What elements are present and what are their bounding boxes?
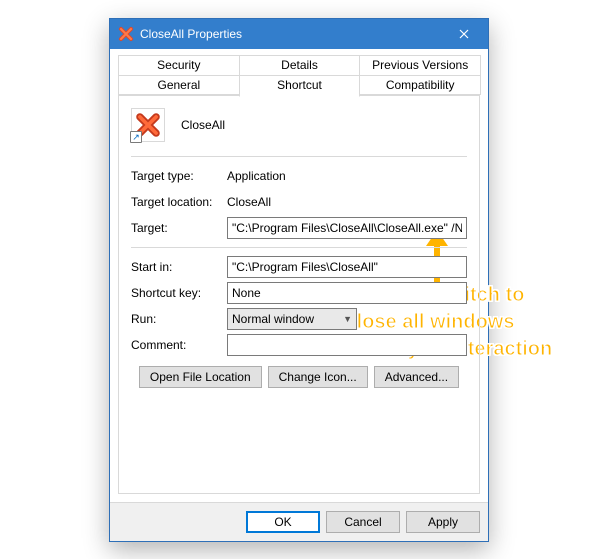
advanced-button[interactable]: Advanced...	[374, 366, 459, 388]
label-comment: Comment:	[131, 338, 227, 352]
shortcut-key-input[interactable]	[227, 282, 467, 304]
label-target: Target:	[131, 221, 227, 235]
close-button[interactable]	[442, 19, 486, 49]
tab-details[interactable]: Details	[239, 55, 361, 75]
tab-security[interactable]: Security	[118, 55, 240, 75]
tab-shortcut[interactable]: Shortcut	[239, 75, 361, 97]
chevron-down-icon: ▼	[343, 314, 352, 324]
tab-general[interactable]: General	[118, 75, 240, 95]
label-target-type: Target type:	[131, 169, 227, 183]
run-select-value: Normal window	[232, 312, 314, 326]
shortcut-app-icon: ↗	[131, 108, 165, 142]
label-run: Run:	[131, 312, 227, 326]
apply-button[interactable]: Apply	[406, 511, 480, 533]
shortcut-panel: ↗ CloseAll Target type: Application Targ…	[118, 95, 480, 494]
close-icon	[459, 29, 469, 39]
label-shortcut-key: Shortcut key:	[131, 286, 227, 300]
separator	[131, 156, 467, 157]
value-target-location: CloseAll	[227, 195, 271, 209]
dialog-button-row: OK Cancel Apply	[110, 502, 488, 541]
run-select[interactable]: Normal window ▼	[227, 308, 357, 330]
window-title: CloseAll Properties	[140, 27, 442, 41]
comment-input[interactable]	[227, 334, 467, 356]
ok-button[interactable]: OK	[246, 511, 320, 533]
cancel-button[interactable]: Cancel	[326, 511, 400, 533]
open-file-location-button[interactable]: Open File Location	[139, 366, 262, 388]
titlebar[interactable]: CloseAll Properties	[110, 19, 488, 49]
tab-compatibility[interactable]: Compatibility	[359, 75, 481, 95]
separator	[131, 247, 467, 248]
value-target-type: Application	[227, 169, 286, 183]
app-icon	[118, 26, 134, 42]
tab-previous-versions[interactable]: Previous Versions	[359, 55, 481, 75]
app-name: CloseAll	[181, 118, 225, 132]
label-target-location: Target location:	[131, 195, 227, 209]
shortcut-overlay-icon: ↗	[130, 131, 142, 143]
change-icon-button[interactable]: Change Icon...	[268, 366, 368, 388]
start-in-input[interactable]	[227, 256, 467, 278]
target-input[interactable]	[227, 217, 467, 239]
tab-strip: Security Details Previous Versions Gener…	[118, 55, 480, 96]
dialog-content: Security Details Previous Versions Gener…	[110, 49, 488, 502]
label-start-in: Start in:	[131, 260, 227, 274]
properties-dialog: CloseAll Properties Security Details Pre…	[109, 18, 489, 542]
